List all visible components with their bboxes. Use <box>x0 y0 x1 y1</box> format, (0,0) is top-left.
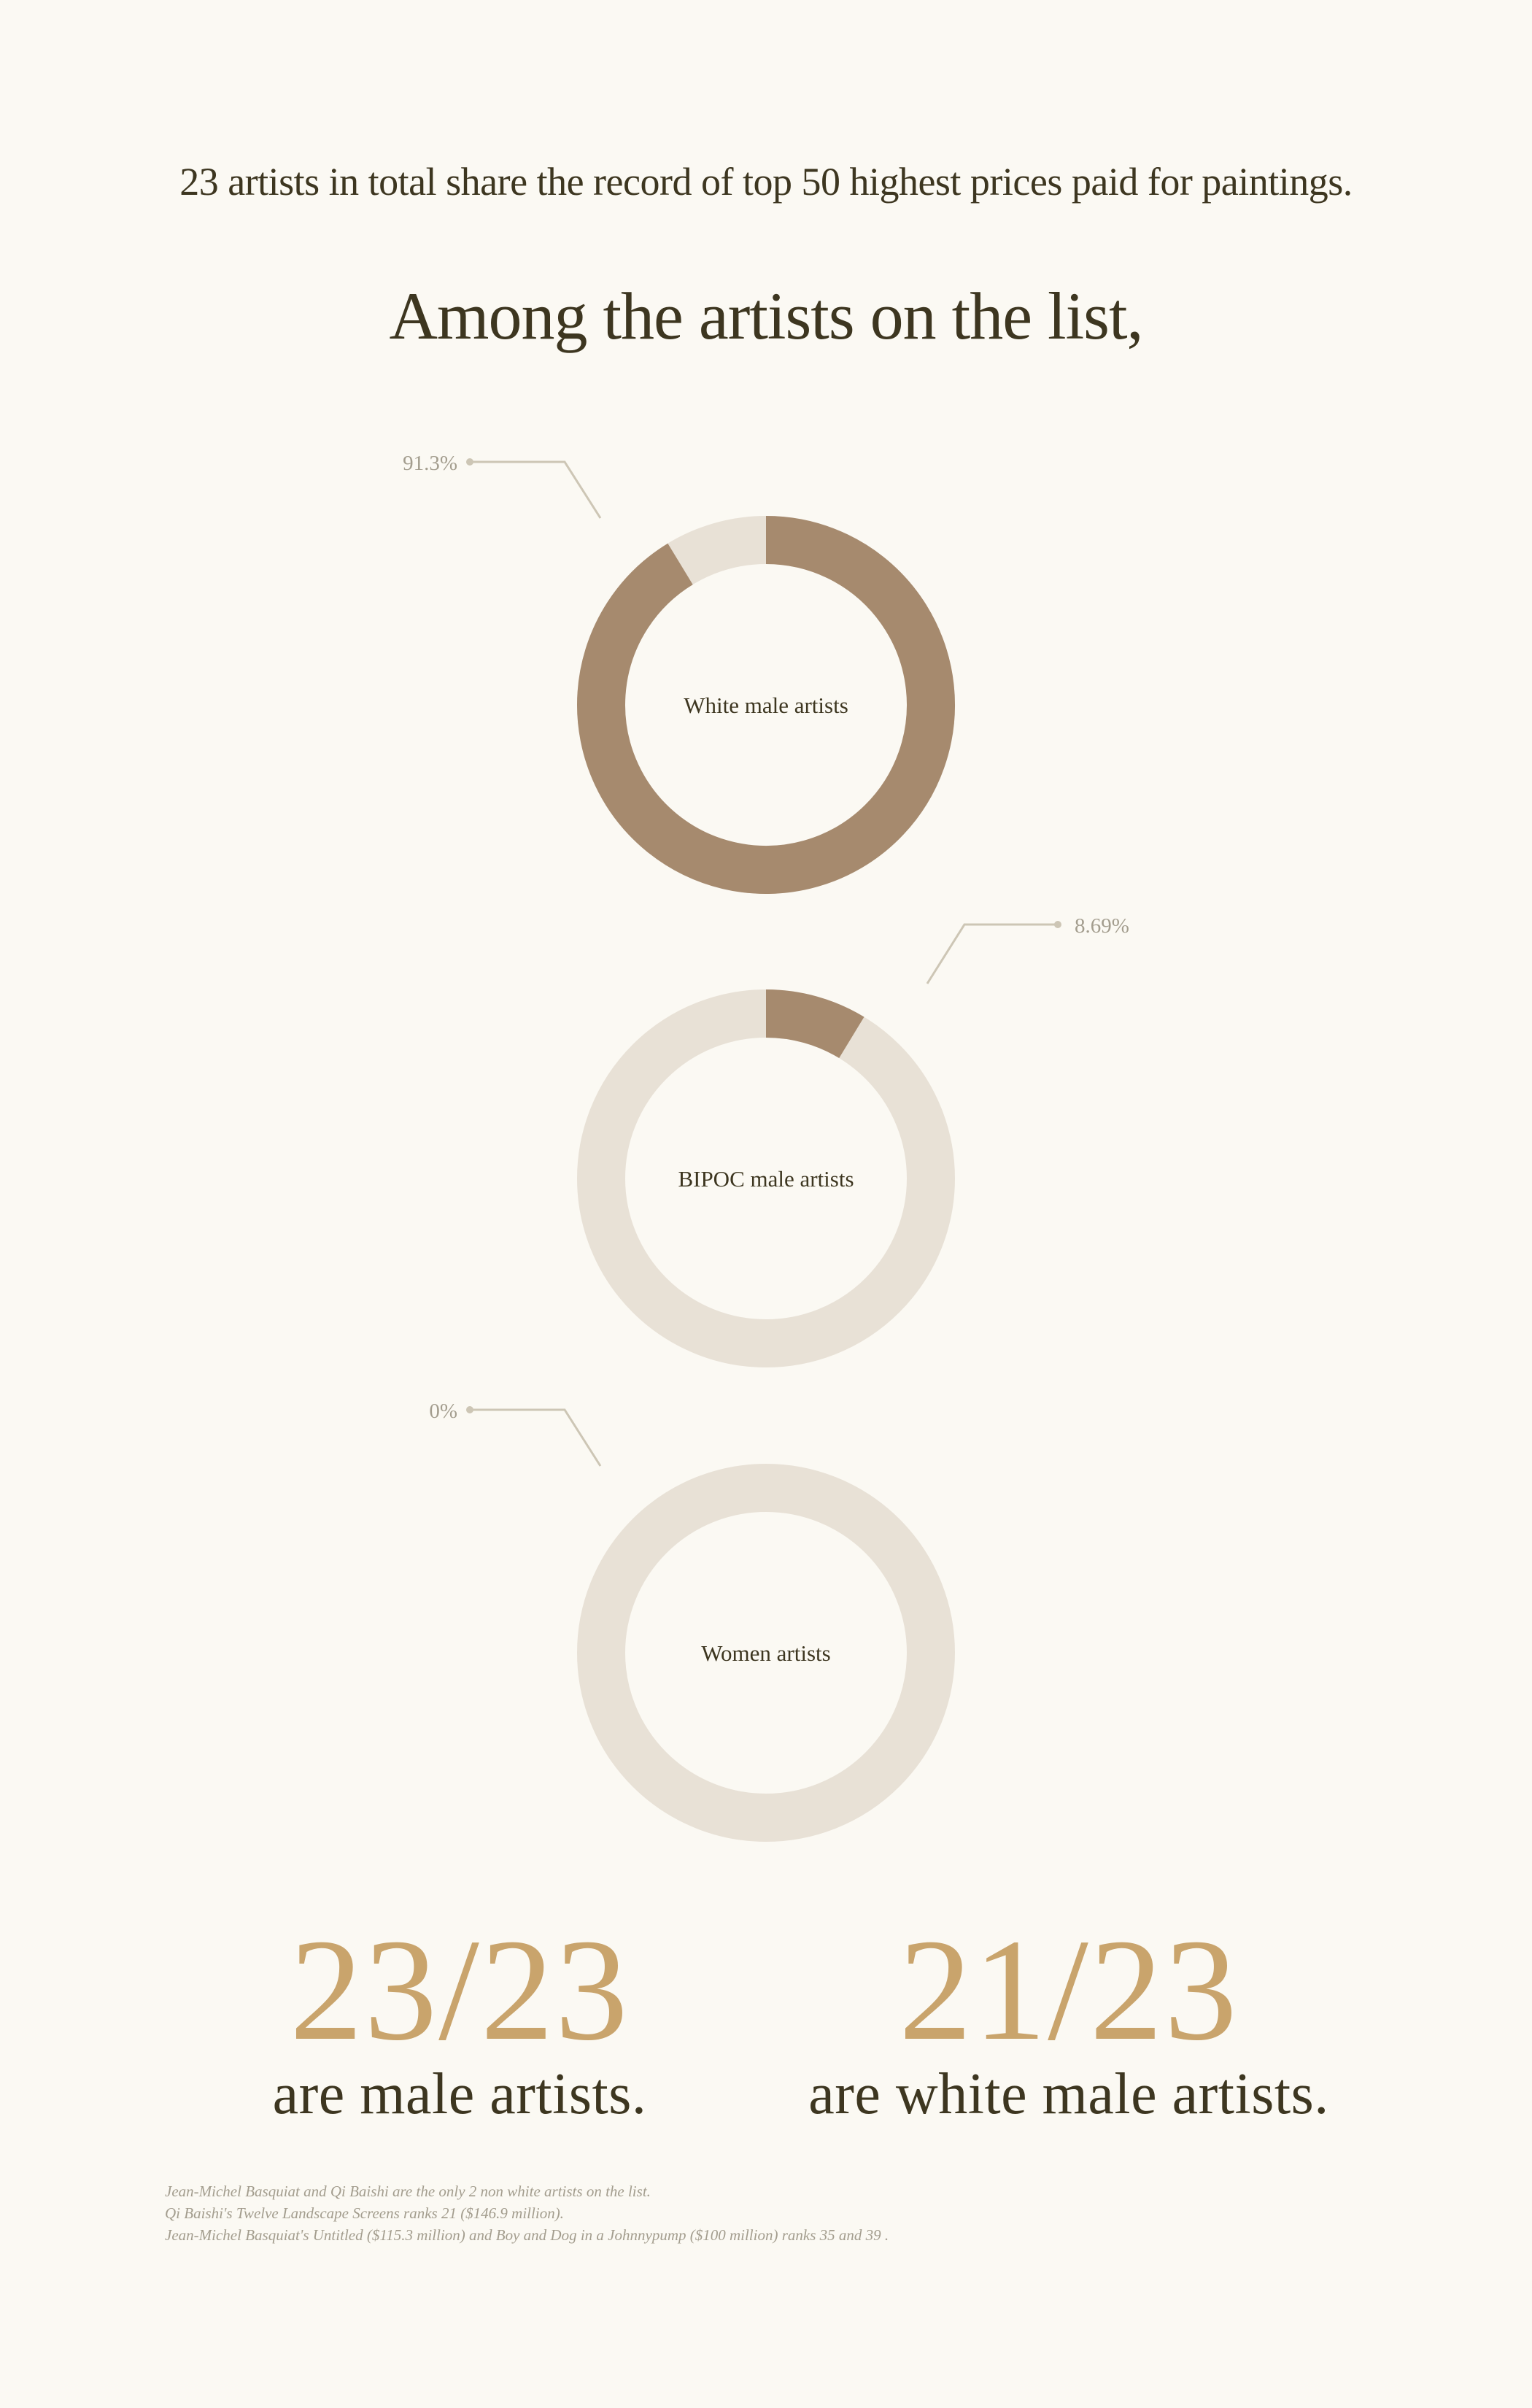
bipoc-male-artists-donut-slice <box>765 989 864 1059</box>
bipoc-male-artists-value-label: 8.69% <box>1075 914 1129 938</box>
donut-charts: White male artists 91.3% BIPOC male artist… <box>403 452 1129 1842</box>
footnotes: Jean-Michel Basquiat and Qi Baishi are t… <box>165 2180 889 2246</box>
bipoc-male-artists-callout-dot <box>1054 921 1061 928</box>
stat-white-male: 21/23 are white male artists. <box>751 1910 1386 2126</box>
footnote: Jean-Michel Basquiat and Qi Baishi are t… <box>165 2183 651 2200</box>
white-male-artists-value-label: 91.3% <box>403 452 457 475</box>
white-male-artists-callout-dot <box>466 458 473 466</box>
women-artists-callout-line <box>470 1408 602 1467</box>
stat-male-label: are male artists. <box>272 2062 647 2126</box>
women-artists-center-label: Women artists <box>701 1640 830 1666</box>
women-artists-callout-dot <box>466 1406 473 1413</box>
stat-white-male-label: are white male artists. <box>808 2062 1329 2126</box>
bipoc-male-artists-callout-line <box>926 923 1058 984</box>
stat-white-male-number: 21/23 <box>899 1910 1239 2071</box>
white-male-artists-center-label: White male artists <box>684 692 848 718</box>
bipoc-male-artists-center-label: BIPOC male artists <box>678 1166 854 1192</box>
white-male-artists-callout-line <box>470 460 602 519</box>
women-artists-value-label: 0% <box>429 1400 457 1423</box>
stat-male-number: 23/23 <box>290 1910 630 2071</box>
stat-male: 23/23 are male artists. <box>168 1910 751 2126</box>
footnote: Qi Baishi's Twelve Landscape Screens ran… <box>165 2204 564 2222</box>
footnote: Jean-Michel Basquiat's Untitled ($115.3 … <box>165 2226 889 2244</box>
